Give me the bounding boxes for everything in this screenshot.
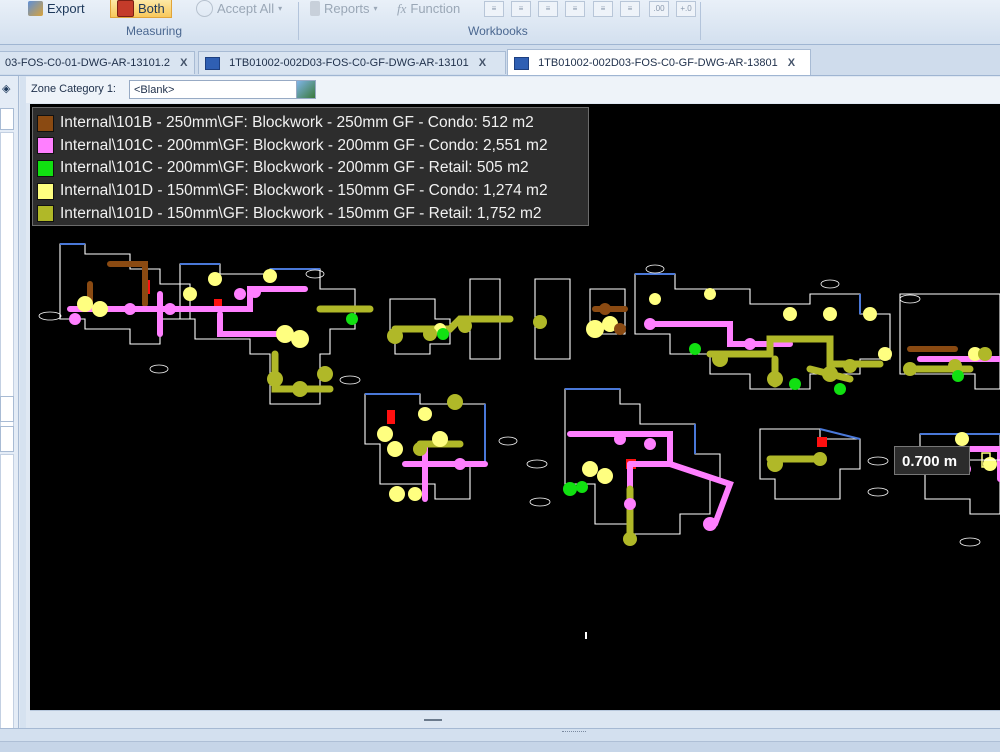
document-icon (205, 56, 220, 70)
document-tabbar: 03-FOS-C0-01-DWG-AR-13101.2 X 1TB01002-0… (0, 45, 1000, 76)
check-circle-icon (196, 0, 213, 17)
zone-category-value: <Blank> (134, 84, 175, 96)
panel-splitter[interactable] (20, 76, 26, 740)
tab-document-2[interactable]: 1TB01002-002D03-FOS-C0-GF-DWG-AR-13101 X (198, 51, 506, 74)
reports-icon (310, 1, 320, 16)
panel-list[interactable] (0, 454, 14, 736)
pin-icon[interactable]: ◈ (2, 82, 10, 95)
export-button[interactable]: Export (28, 0, 85, 17)
tab-document-1[interactable]: 03-FOS-C0-01-DWG-AR-13101.2 X (0, 51, 195, 74)
format-button[interactable]: ≡ (484, 1, 504, 17)
left-panel: ◈ (0, 76, 19, 740)
format-button[interactable]: ≡ (538, 1, 558, 17)
legend-swatch (37, 137, 54, 155)
zone-category-select[interactable]: <Blank> ▼ (129, 80, 313, 99)
zone-legend: Internal\101B - 250mm\GF: Blockwork - 25… (32, 107, 589, 226)
reports-button[interactable]: Reports ▾ (310, 0, 378, 17)
both-label: Both (138, 1, 165, 16)
group-label-workbooks: Workbooks (468, 24, 528, 38)
legend-swatch (37, 159, 54, 177)
function-icon: fx (397, 1, 407, 16)
legend-item: Internal\101B - 250mm\GF: Blockwork - 25… (37, 112, 584, 135)
legend-label: Internal\101B - 250mm\GF: Blockwork - 25… (60, 114, 534, 132)
function-button[interactable]: fx Function (397, 0, 460, 17)
increase-decimal-button[interactable]: +.0 (676, 1, 696, 17)
group-separator (700, 2, 701, 40)
panel-field[interactable] (0, 396, 14, 422)
exterior-walls (60, 243, 1000, 464)
function-label: Function (410, 1, 461, 16)
accept-all-button[interactable]: Accept All ▾ (196, 0, 282, 17)
zone-tool-button[interactable] (296, 80, 316, 99)
panel-field[interactable] (0, 426, 14, 452)
dropdown-arrow-icon: ▾ (373, 4, 378, 13)
status-strip (0, 741, 1000, 752)
zone-category-label: Zone Category 1: (31, 83, 116, 95)
format-button[interactable]: ≡ (565, 1, 585, 17)
close-icon[interactable]: X (479, 57, 486, 69)
tab-document-3[interactable]: 1TB01002-002D03-FOS-C0-GF-DWG-AR-13801 X (507, 49, 811, 75)
decrease-decimal-button[interactable]: .00 (649, 1, 669, 17)
legend-label: Internal\101C - 200mm\GF: Blockwork - 20… (60, 136, 548, 154)
dropdown-arrow-icon: ▾ (278, 4, 283, 13)
legend-swatch (37, 182, 54, 200)
close-icon[interactable]: X (788, 57, 795, 69)
legend-swatch (37, 205, 54, 223)
export-icon (28, 1, 43, 16)
both-button[interactable]: Both (110, 0, 172, 18)
panel-field[interactable] (0, 108, 14, 130)
export-label: Export (47, 1, 85, 16)
legend-item: Internal\101C - 200mm\GF: Blockwork - 20… (37, 157, 584, 180)
status-bar (0, 728, 1000, 752)
close-icon[interactable]: X (180, 57, 187, 69)
resize-grip[interactable] (562, 731, 586, 735)
ribbon: Export Both Accept All ▾ Reports ▾ fx Fu… (0, 0, 1000, 45)
format-button[interactable]: ≡ (511, 1, 531, 17)
panel-list[interactable] (0, 132, 14, 434)
document-icon (514, 56, 529, 70)
horizontal-scrollbar[interactable] (30, 710, 1000, 729)
legend-label: Internal\101D - 150mm\GF: Blockwork - 15… (60, 182, 548, 200)
both-icon (117, 0, 134, 17)
group-separator (298, 2, 299, 40)
legend-label: Internal\101C - 200mm\GF: Blockwork - 20… (60, 159, 529, 177)
reports-label: Reports (324, 1, 370, 16)
tab-label: 1TB01002-002D03-FOS-C0-GF-DWG-AR-13101 (229, 57, 469, 69)
zone-toolbar: Zone Category 1: <Blank> ▼ (26, 77, 1000, 103)
legend-item: Internal\101D - 150mm\GF: Blockwork - 15… (37, 202, 584, 225)
drawing-canvas[interactable]: Internal\101B - 250mm\GF: Blockwork - 25… (30, 104, 1000, 710)
legend-item: Internal\101C - 200mm\GF: Blockwork - 20… (37, 135, 584, 158)
scroll-grip[interactable] (424, 719, 442, 721)
legend-swatch (37, 114, 54, 132)
accept-all-label: Accept All (217, 1, 275, 16)
tab-label: 1TB01002-002D03-FOS-C0-GF-DWG-AR-13801 (538, 57, 778, 69)
wall-outlines (59, 243, 1000, 535)
format-button[interactable]: ≡ (593, 1, 613, 17)
format-button[interactable]: ≡ (620, 1, 640, 17)
measurement-tooltip: 0.700 m (894, 446, 970, 475)
group-label-measuring: Measuring (126, 24, 183, 38)
legend-label: Internal\101D - 150mm\GF: Blockwork - 15… (60, 204, 542, 222)
tab-label: 03-FOS-C0-01-DWG-AR-13101.2 (5, 57, 171, 69)
legend-item: Internal\101D - 150mm\GF: Blockwork - 15… (37, 180, 584, 203)
